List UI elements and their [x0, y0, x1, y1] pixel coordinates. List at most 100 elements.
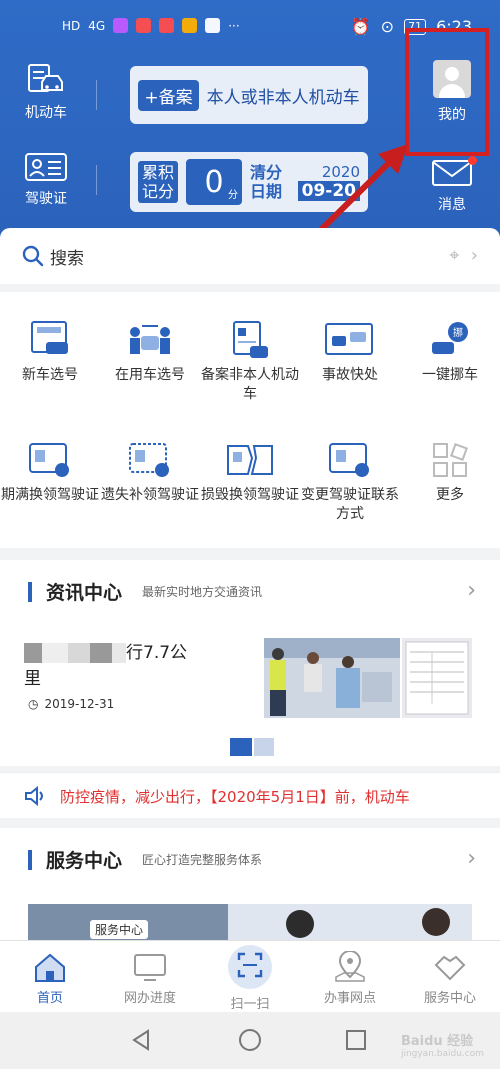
more-icon [433, 443, 468, 477]
service-item[interactable]: 损毁换领驾驶证 [200, 440, 300, 505]
home-circle-icon[interactable] [238, 1028, 262, 1052]
search-bar[interactable]: 搜索 ⌖ › [0, 228, 500, 284]
location-icon: ⊙ [380, 17, 395, 36]
service-center-subtitle: 匠心打造完整服务体系 [142, 853, 263, 867]
register-vehicle-banner[interactable]: +备案 本人或非本人机动车 [130, 66, 368, 124]
points-label-2: 记分 [142, 182, 175, 201]
app-notification-icon [113, 18, 129, 33]
home-icon [35, 953, 65, 982]
service-item[interactable]: 备案非本人机动车 [200, 320, 300, 404]
service-item[interactable]: 在用车选号 [100, 320, 200, 385]
points-unit: 分 [228, 190, 239, 201]
nav-progress[interactable]: 网办进度 [100, 951, 200, 1006]
service-label: 遗失补领驾驶证 [101, 487, 199, 503]
system-notification-icon [205, 18, 221, 33]
svg-text:挪: 挪 [453, 326, 463, 339]
register-text: 本人或非本人机动车 [206, 87, 360, 108]
renew-license-icon [29, 443, 69, 477]
service-label: 事故快处 [322, 367, 378, 383]
service-item[interactable]: 新车选号 [0, 320, 100, 385]
vehicle-button[interactable]: 机动车 [20, 62, 72, 122]
service-item[interactable]: 挪 一键挪车 [400, 320, 500, 385]
bottom-nav: 首页 网办进度 扫一扫 办事网点 服务中心 [0, 940, 500, 1012]
video-notification-icon [136, 18, 152, 33]
service-label: 新车选号 [22, 367, 78, 383]
unread-badge [468, 156, 477, 165]
news-subtitle: 最新实时地方交通资讯 [142, 585, 263, 599]
service-item[interactable]: 期满换领驾驶证 [0, 440, 100, 505]
register-badge: +备案 [138, 79, 199, 111]
service-label: 在用车选号 [115, 367, 185, 383]
signal-indicator: 4G [88, 18, 106, 33]
nav-progress-label: 网办进度 [123, 991, 176, 1006]
app-screen: HD 4G ··· ⏰ ⊙ 71 6:23 机动车 驾驶证 +备案 本人或非本人… [0, 0, 500, 1069]
highlight-box [405, 28, 489, 156]
service-label: 一键挪车 [422, 367, 478, 383]
news-date-text: 2019-12-31 [44, 697, 115, 711]
recents-icon[interactable] [344, 1028, 368, 1052]
banner-tag: 服务中心 [90, 920, 149, 939]
ticker-text: 防控疫情，减少出行，【2020年5月1日】前，机动车 [60, 788, 410, 806]
messages-button[interactable]: 消息 [420, 156, 484, 214]
chevron-right-icon: ⌖ › [449, 245, 478, 266]
points-value: 0 分 [186, 159, 243, 205]
back-icon[interactable] [130, 1028, 154, 1052]
nav-service-center[interactable]: 服务中心 [400, 951, 500, 1006]
service-center-section: 服务中心 匠心打造完整服务体系 › 服务中心 [0, 828, 500, 940]
news-title-line2: 里 [24, 669, 41, 689]
license-icon [25, 153, 67, 181]
service-label: 备案非本人机动车 [201, 367, 299, 402]
announcement-ticker[interactable]: 防控疫情，减少出行，【2020年5月1日】前，机动车 [0, 772, 500, 818]
media-notification-icon [159, 18, 175, 33]
location-pin-icon [335, 951, 365, 982]
vehicle-icon [28, 64, 63, 92]
news-notification-icon [182, 18, 198, 33]
monitor-icon [134, 954, 166, 981]
watermark: Baidu 经验 jingyan.baidu.com [400, 1034, 484, 1059]
search-icon [22, 245, 44, 267]
news-article-title[interactable]: 行7.7公 里 [24, 640, 249, 692]
search-label: 搜索 [50, 249, 84, 269]
scan-icon [237, 952, 263, 978]
points-label-1: 累积 [142, 163, 175, 182]
chevron-right-icon[interactable]: › [467, 846, 476, 871]
nav-outlets[interactable]: 办事网点 [300, 951, 400, 1006]
move-car-icon: 挪 [432, 322, 468, 354]
header: HD 4G ··· ⏰ ⊙ 71 6:23 机动车 驾驶证 +备案 本人或非本人… [0, 0, 500, 240]
news-date: ◷ 2019-12-31 [28, 697, 114, 711]
news-title: 资讯中心 [46, 582, 123, 604]
news-document-image[interactable] [402, 638, 472, 718]
service-label: 期满换领驾驶证 [1, 487, 99, 503]
news-title-text: 行7.7公 [126, 643, 188, 663]
nav-home[interactable]: 首页 [0, 951, 100, 1006]
news-photo[interactable] [264, 638, 400, 718]
nav-scan[interactable]: 扫一扫 [200, 945, 300, 1012]
points-number: 0 [204, 164, 224, 200]
alarm-icon: ⏰ [350, 17, 371, 36]
service-label: 更多 [436, 487, 464, 503]
damaged-license-icon [227, 445, 273, 475]
service-item[interactable]: 变更驾驶证联系方式 [300, 440, 400, 524]
service-item[interactable]: 事故快处 [300, 320, 400, 385]
used-car-plate-icon [130, 325, 170, 354]
lost-license-icon [129, 443, 169, 477]
license-label: 驾驶证 [25, 191, 67, 207]
mail-icon [432, 160, 472, 186]
service-label: 损毁换领驾驶证 [201, 487, 299, 503]
carousel-indicator [230, 738, 274, 756]
new-car-plate-icon [31, 321, 68, 354]
service-item[interactable]: 遗失补领驾驶证 [100, 440, 200, 505]
service-item[interactable]: 更多 [400, 440, 500, 505]
nav-scan-label: 扫一扫 [230, 997, 270, 1012]
nav-home-label: 首页 [36, 991, 63, 1006]
service-label: 变更驾驶证联系方式 [301, 487, 399, 522]
clock-icon: ◷ [28, 697, 39, 711]
license-button[interactable]: 驾驶证 [20, 152, 72, 208]
service-grid: 新车选号 在用车选号 备案非本人机动车 事故快处 挪 一键挪车 期满换领驾驶证 … [0, 292, 500, 548]
chevron-right-icon[interactable]: › [467, 578, 476, 603]
nav-outlets-label: 办事网点 [323, 991, 376, 1006]
vehicle-label: 机动车 [25, 105, 67, 121]
network-indicator: HD [62, 18, 81, 33]
messages-label: 消息 [438, 197, 466, 213]
accident-icon [325, 323, 373, 355]
